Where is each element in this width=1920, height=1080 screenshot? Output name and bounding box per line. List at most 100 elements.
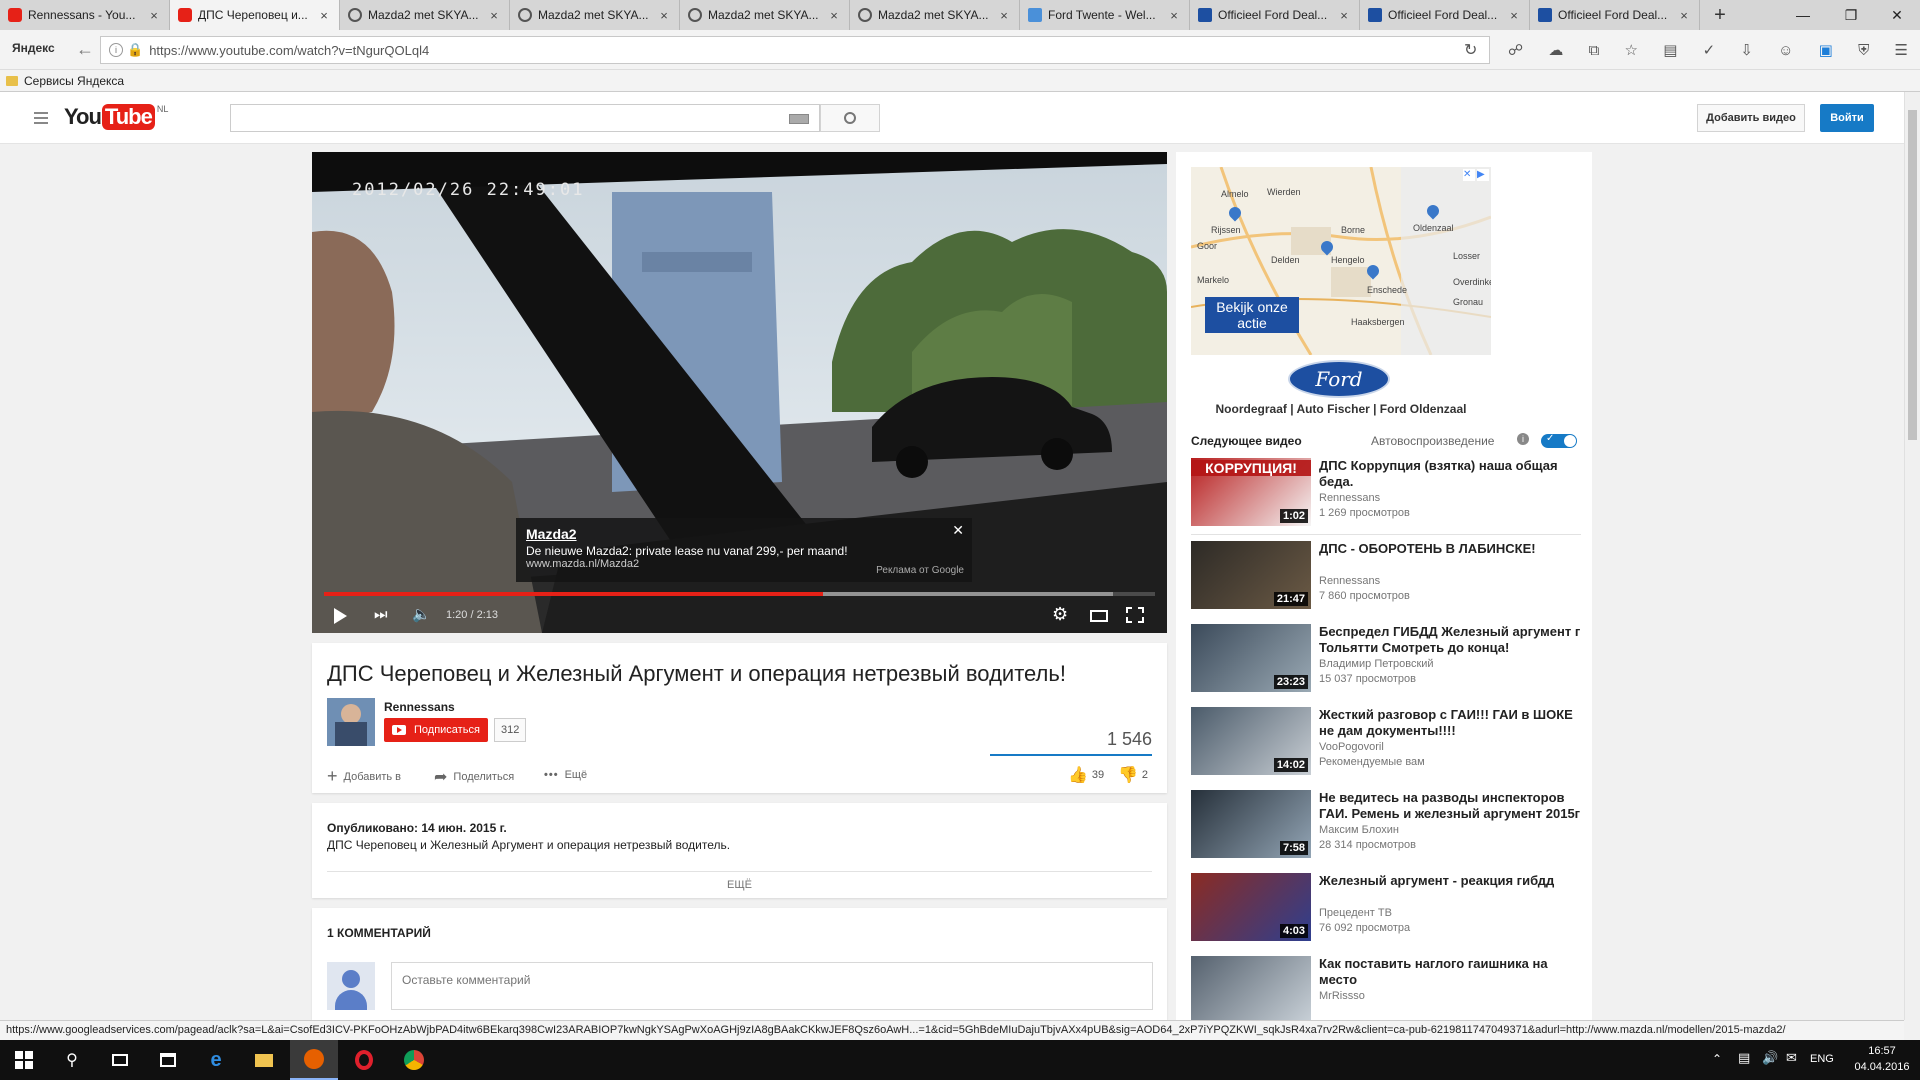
menu-icon[interactable]: ☰ xyxy=(1895,41,1908,59)
browser-tab[interactable]: Officieel Ford Deal... × xyxy=(1530,0,1700,30)
pocket-icon[interactable]: ✓ xyxy=(1703,41,1716,59)
browser-tab[interactable]: Mazda2 met SKYA... × xyxy=(680,0,850,30)
map-cta-button[interactable]: Bekijk onze actie xyxy=(1205,297,1299,333)
map-ad[interactable]: Almelo Wierden Rijssen Borne Hengelo Oldenzaa… xyxy=(1191,167,1491,355)
close-tab-icon[interactable]: × xyxy=(1167,8,1181,23)
minimize-button[interactable]: — xyxy=(1780,0,1826,30)
network-icon[interactable]: ▤ xyxy=(1738,1050,1750,1066)
info-icon[interactable]: i xyxy=(109,43,123,57)
like-button[interactable]: 👍 39 xyxy=(1068,765,1104,785)
autoplay-toggle[interactable]: ✓ xyxy=(1541,433,1577,448)
edge-icon[interactable]: e xyxy=(192,1040,240,1080)
comment-input[interactable] xyxy=(391,962,1153,1010)
ad-by-google[interactable]: Реклама от Google xyxy=(876,565,964,576)
firefox-icon[interactable] xyxy=(290,1040,338,1080)
up-next-item[interactable]: 21:47 ДПС - ОБОРОТЕНЬ В ЛАБИНСКЕ! Rennessa… xyxy=(1191,541,1581,613)
new-tab-button[interactable]: + xyxy=(1700,0,1740,30)
scrollbar-thumb[interactable] xyxy=(1908,110,1917,440)
search-input[interactable] xyxy=(230,104,820,132)
close-tab-icon[interactable]: × xyxy=(1677,8,1691,23)
up-next-item[interactable]: Как поставить наглого гаишника на место M… xyxy=(1191,956,1581,1028)
adblock-icon[interactable]: ▣ xyxy=(1819,41,1833,59)
volume-icon[interactable]: 🔈 xyxy=(412,605,431,623)
up-next-title[interactable]: Железный аргумент - реакция гибдд xyxy=(1319,873,1584,889)
theater-mode-icon[interactable] xyxy=(1090,610,1108,622)
up-next-title[interactable]: Не ведитесь на разводы инспекторов ГАИ. … xyxy=(1319,790,1584,822)
browser-tab[interactable]: Mazda2 met SKYA... × xyxy=(340,0,510,30)
video-thumbnail[interactable]: 21:47 xyxy=(1191,541,1311,609)
share-button[interactable]: ➦ Поделиться xyxy=(434,767,514,787)
chrome-icon[interactable] xyxy=(390,1040,438,1080)
show-more-button[interactable]: ЕЩЁ xyxy=(312,879,1167,891)
address-bar[interactable]: i 🔒 https://www.youtube.com/watch?v=tNgu… xyxy=(100,36,1490,64)
close-tab-icon[interactable]: × xyxy=(317,8,331,23)
video-thumbnail[interactable]: 23:23 xyxy=(1191,624,1311,692)
channel-avatar[interactable] xyxy=(327,698,375,746)
video-thumbnail[interactable]: 14:02 xyxy=(1191,707,1311,775)
bookmark-yandex-services[interactable]: Сервисы Яндекса xyxy=(24,74,124,88)
up-next-item[interactable]: 23:23 Беспредел ГИБДД Железный аргумент г… xyxy=(1191,624,1581,696)
next-icon[interactable]: ⏭ xyxy=(374,606,388,623)
up-next-title[interactable]: Жесткий разговор с ГАИ!!! ГАИ в ШОКЕ не … xyxy=(1319,707,1584,739)
download-icon[interactable]: ⇩ xyxy=(1740,41,1753,59)
channel-name[interactable]: Rennessans xyxy=(384,700,455,714)
keyboard-icon[interactable] xyxy=(789,114,809,124)
clock-date[interactable]: 04.04.2016 xyxy=(1852,1061,1912,1073)
search-button[interactable] xyxy=(820,104,880,132)
upload-button[interactable]: Добавить видео xyxy=(1697,104,1805,132)
start-windows-icon[interactable] xyxy=(0,1040,48,1080)
search-taskbar-icon[interactable]: ⚲ xyxy=(48,1040,96,1080)
bookmarks-list-icon[interactable]: ▤ xyxy=(1663,41,1677,59)
browser-brand[interactable]: Яндекс xyxy=(12,41,55,55)
ad-title[interactable]: Mazda2 xyxy=(526,526,962,542)
browser-tab[interactable]: Officieel Ford Deal... × xyxy=(1190,0,1360,30)
up-next-title[interactable]: Беспредел ГИБДД Железный аргумент г Толь… xyxy=(1319,624,1584,656)
play-icon[interactable] xyxy=(334,608,347,624)
guide-menu-icon[interactable] xyxy=(34,112,48,124)
file-explorer-icon[interactable] xyxy=(240,1040,288,1080)
browser-tab[interactable]: Ford Twente - Wel... × xyxy=(1020,0,1190,30)
up-next-item[interactable]: 4:03 Железный аргумент - реакция гибдд Пре… xyxy=(1191,873,1581,945)
subscribe-button[interactable]: Подписаться xyxy=(384,718,488,742)
close-ad-x-icon[interactable]: ✕ xyxy=(1463,169,1475,181)
chat-icon[interactable]: ☺ xyxy=(1778,42,1793,59)
share-icon[interactable]: ⧉ xyxy=(1589,42,1600,59)
opera-icon[interactable] xyxy=(340,1040,388,1080)
video-thumbnail[interactable]: 4:03 xyxy=(1191,873,1311,941)
close-tab-icon[interactable]: × xyxy=(997,8,1011,23)
add-to-button[interactable]: + Добавить в xyxy=(327,766,401,787)
browser-tab[interactable]: Mazda2 met SKYA... × xyxy=(510,0,680,30)
overlay-ad[interactable]: Mazda2 De nieuwe Mazda2: private lease n… xyxy=(516,518,972,582)
translate-icon[interactable]: ☍ xyxy=(1508,41,1523,59)
close-window-button[interactable]: ✕ xyxy=(1874,0,1920,30)
up-next-item[interactable]: КОРРУПЦИЯ! 1:02 ДПС Коррупция (взятка) наш… xyxy=(1191,458,1581,530)
language-indicator[interactable]: ENG xyxy=(1810,1053,1834,1065)
up-next-item[interactable]: 14:02 Жесткий разговор с ГАИ!!! ГАИ в ШОК… xyxy=(1191,707,1581,779)
browser-tab[interactable]: Mazda2 met SKYA... × xyxy=(850,0,1020,30)
video-player[interactable]: 2012/02/26 22:49:01 Mazda2 De nieuwe Maz… xyxy=(312,152,1167,633)
browser-tab[interactable]: Officieel Ford Deal... × xyxy=(1360,0,1530,30)
shield-icon[interactable]: ⛨ xyxy=(1858,42,1869,59)
clock-time[interactable]: 16:57 xyxy=(1852,1045,1912,1057)
weather-icon[interactable]: ☁ xyxy=(1548,41,1563,59)
close-tab-icon[interactable]: × xyxy=(487,8,501,23)
fullscreen-icon[interactable] xyxy=(1126,607,1144,623)
progress-bar[interactable] xyxy=(324,592,1155,596)
store-icon[interactable] xyxy=(144,1040,192,1080)
youtube-logo[interactable]: You Tube NL xyxy=(64,104,168,130)
up-next-title[interactable]: ДПС Коррупция (взятка) наша общая беда. xyxy=(1319,458,1584,490)
up-next-title[interactable]: ДПС - ОБОРОТЕНЬ В ЛАБИНСКЕ! xyxy=(1319,541,1584,557)
back-arrow-icon[interactable]: ← xyxy=(74,38,96,60)
reload-icon[interactable]: ↻ xyxy=(1464,40,1477,60)
signin-button[interactable]: Войти xyxy=(1820,104,1874,132)
adchoices-icon[interactable]: ▶ xyxy=(1477,169,1489,181)
message-icon[interactable]: ✉ xyxy=(1786,1050,1797,1066)
close-tab-icon[interactable]: × xyxy=(1507,8,1521,23)
close-tab-icon[interactable]: × xyxy=(147,8,161,23)
video-thumbnail[interactable] xyxy=(1191,956,1311,1024)
close-ad-icon[interactable]: ✕ xyxy=(952,522,964,539)
speaker-icon[interactable]: 🔊 xyxy=(1762,1050,1778,1066)
close-tab-icon[interactable]: × xyxy=(657,8,671,23)
dealer-names[interactable]: Noordegraaf | Auto Fischer | Ford Oldenz… xyxy=(1191,402,1491,416)
close-tab-icon[interactable]: × xyxy=(827,8,841,23)
